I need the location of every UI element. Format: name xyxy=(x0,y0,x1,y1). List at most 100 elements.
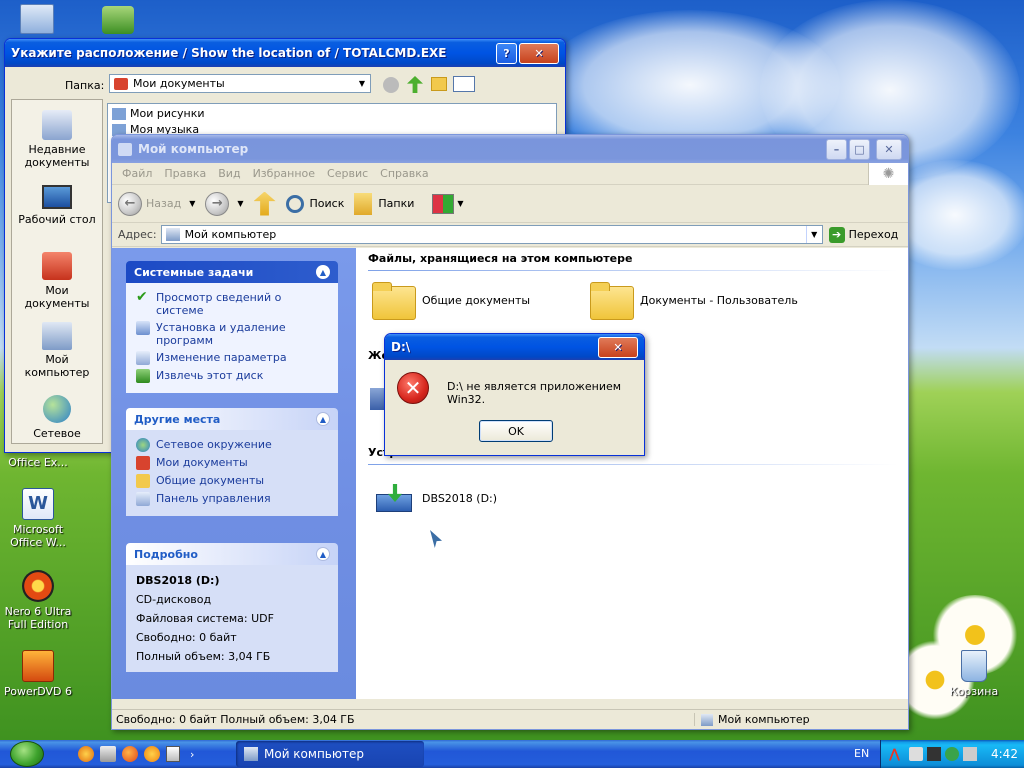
chevron-down-icon[interactable]: ▼ xyxy=(189,199,195,208)
task-change-setting[interactable]: Изменение параметра xyxy=(136,351,328,365)
views-button[interactable]: ▼ xyxy=(432,193,464,214)
place-recent[interactable]: Недавние документы xyxy=(12,110,102,169)
menu-favorites[interactable]: Избранное xyxy=(247,167,321,180)
folder-icon xyxy=(588,280,634,320)
clock[interactable]: 4:42 xyxy=(991,747,1018,761)
menu-file[interactable]: Файл xyxy=(116,167,158,180)
desktop-icon-label: Nero 6 Ultra Full Edition xyxy=(4,605,72,631)
taskbar-task-my-computer[interactable]: Мой компьютер xyxy=(236,741,424,767)
close-button[interactable]: ✕ xyxy=(519,42,559,64)
go-arrow-icon[interactable]: ➔ xyxy=(828,226,845,243)
media-player-icon[interactable] xyxy=(144,746,160,762)
my-computer-desktop-icon[interactable] xyxy=(20,4,54,34)
item-user-documents[interactable]: Документы - Пользователь xyxy=(588,280,798,320)
desktop-icon-nero[interactable]: Nero 6 Ultra Full Edition xyxy=(0,570,76,631)
quick-launch-chevron-icon[interactable]: › xyxy=(190,748,194,761)
control-panel-icon xyxy=(136,351,150,365)
item-cd-drive[interactable]: DBS2018 (D:) xyxy=(376,484,497,512)
taskbar: › Мой компьютер EN ⋀ 4:42 xyxy=(0,740,1024,768)
task-eject-disk[interactable]: Извлечь этот диск xyxy=(136,369,328,383)
nero-icon xyxy=(22,570,54,602)
chevron-down-icon[interactable]: ▼ xyxy=(237,199,243,208)
search-button[interactable]: Поиск xyxy=(285,194,344,213)
view-menu-icon[interactable] xyxy=(453,76,475,92)
monitor-tray-icon[interactable] xyxy=(927,747,941,761)
item-shared-documents[interactable]: Общие документы xyxy=(370,280,530,320)
update-tray-icon[interactable] xyxy=(945,747,959,761)
error-dialog-titlebar[interactable]: D:\ ✕ xyxy=(385,334,644,360)
place-my-documents[interactable]: Мои документы xyxy=(12,252,102,310)
windows-orb-icon xyxy=(10,741,44,767)
help-button[interactable]: ? xyxy=(496,42,517,64)
task-add-remove-programs[interactable]: Установка и удаление программ xyxy=(136,321,328,347)
start-button[interactable] xyxy=(0,740,70,768)
place-desktop[interactable]: Рабочий стол xyxy=(12,185,102,226)
chevron-down-icon[interactable]: ▼ xyxy=(354,75,370,92)
task-label: Изменение параметра xyxy=(156,351,287,364)
new-folder-icon[interactable] xyxy=(431,77,447,91)
app-shortcut-icon[interactable] xyxy=(100,746,116,762)
up-folder-icon[interactable] xyxy=(407,76,423,93)
task-label: Просмотр сведений о системе xyxy=(156,291,282,317)
forward-button[interactable]: → ▼ xyxy=(205,191,244,216)
task-view-system-info[interactable]: ✔ Просмотр сведений о системе xyxy=(136,290,328,317)
status-zone-label: Мой компьютер xyxy=(718,713,810,726)
explorer-titlebar[interactable]: Мой компьютер – □ ✕ xyxy=(112,135,908,163)
menu-edit[interactable]: Правка xyxy=(158,167,212,180)
back-button[interactable]: ← Назад ▼ xyxy=(118,191,195,216)
other-places-panel: Другие места ▲ Сетевое окружение Мои доку… xyxy=(126,408,338,516)
my-computer-icon xyxy=(244,747,258,761)
word-icon: W xyxy=(22,488,54,520)
minimize-button[interactable]: – xyxy=(826,138,847,160)
place-network[interactable]: Сетевое xyxy=(12,395,102,440)
chevron-down-icon[interactable]: ▼ xyxy=(805,226,822,243)
my-documents-icon xyxy=(136,456,150,470)
system-tasks-header[interactable]: Системные задачи ▲ xyxy=(126,261,338,283)
desktop-icon-recycle-bin[interactable]: Корзина xyxy=(936,650,1012,698)
aimp-icon[interactable] xyxy=(78,746,94,762)
go-button[interactable]: Переход xyxy=(849,228,899,241)
locate-dialog-titlebar[interactable]: Укажите расположение / Show the location… xyxy=(5,39,565,67)
language-indicator[interactable]: EN xyxy=(854,747,869,760)
place-my-documents[interactable]: Мои документы xyxy=(136,456,328,470)
desktop-icon-word[interactable]: W Microsoft Office W... xyxy=(0,488,76,549)
volume-tray-icon[interactable] xyxy=(963,747,977,761)
place-shared-documents[interactable]: Общие документы xyxy=(136,474,328,488)
close-button[interactable]: ✕ xyxy=(876,138,902,160)
collapse-chevron-icon[interactable]: ▲ xyxy=(316,265,330,279)
place-network[interactable]: Сетевое окружение xyxy=(136,438,328,452)
folders-button[interactable]: Папки xyxy=(354,192,414,215)
removable-device-icon[interactable] xyxy=(166,746,180,762)
other-places-header[interactable]: Другие места ▲ xyxy=(126,408,338,430)
details-header[interactable]: Подробно ▲ xyxy=(126,543,338,565)
firefox-icon[interactable] xyxy=(122,746,138,762)
network-desktop-icon[interactable] xyxy=(102,6,134,34)
menu-view[interactable]: Вид xyxy=(212,167,246,180)
collapse-chevron-icon[interactable]: ▲ xyxy=(316,547,330,561)
place-control-panel[interactable]: Панель управления xyxy=(136,492,328,506)
menu-tools[interactable]: Сервис xyxy=(321,167,374,180)
views-icon xyxy=(432,193,455,214)
place-my-computer[interactable]: Мой компьютер xyxy=(12,322,102,379)
error-message: D:\ не является приложением Win32. xyxy=(447,380,622,406)
desktop-icon-office-excel[interactable]: Office Ex... xyxy=(0,456,76,469)
address-input[interactable]: Мой компьютер ▼ xyxy=(160,225,823,244)
maximize-button[interactable]: □ xyxy=(849,138,870,160)
ok-button[interactable]: OK xyxy=(479,420,553,442)
details-name: DBS2018 (D:) xyxy=(136,574,220,587)
up-button[interactable] xyxy=(253,191,276,216)
back-arrow-icon: ← xyxy=(118,191,142,216)
close-button[interactable]: ✕ xyxy=(598,336,638,358)
list-item[interactable]: Мои рисунки xyxy=(108,104,556,123)
collapse-chevron-icon[interactable]: ▲ xyxy=(316,412,330,426)
network-icon xyxy=(43,395,71,423)
network-tray-icon[interactable] xyxy=(909,747,923,761)
task-label: Мой компьютер xyxy=(264,747,364,761)
folder-select[interactable]: Мои документы ▼ xyxy=(109,74,371,93)
back-icon[interactable] xyxy=(383,77,399,93)
eject-icon xyxy=(136,369,150,383)
desktop-icon xyxy=(42,185,72,209)
menu-help[interactable]: Справка xyxy=(374,167,434,180)
antivirus-icon[interactable]: ⋀ xyxy=(889,747,903,762)
desktop-icon-powerdvd[interactable]: PowerDVD 6 xyxy=(0,650,76,698)
